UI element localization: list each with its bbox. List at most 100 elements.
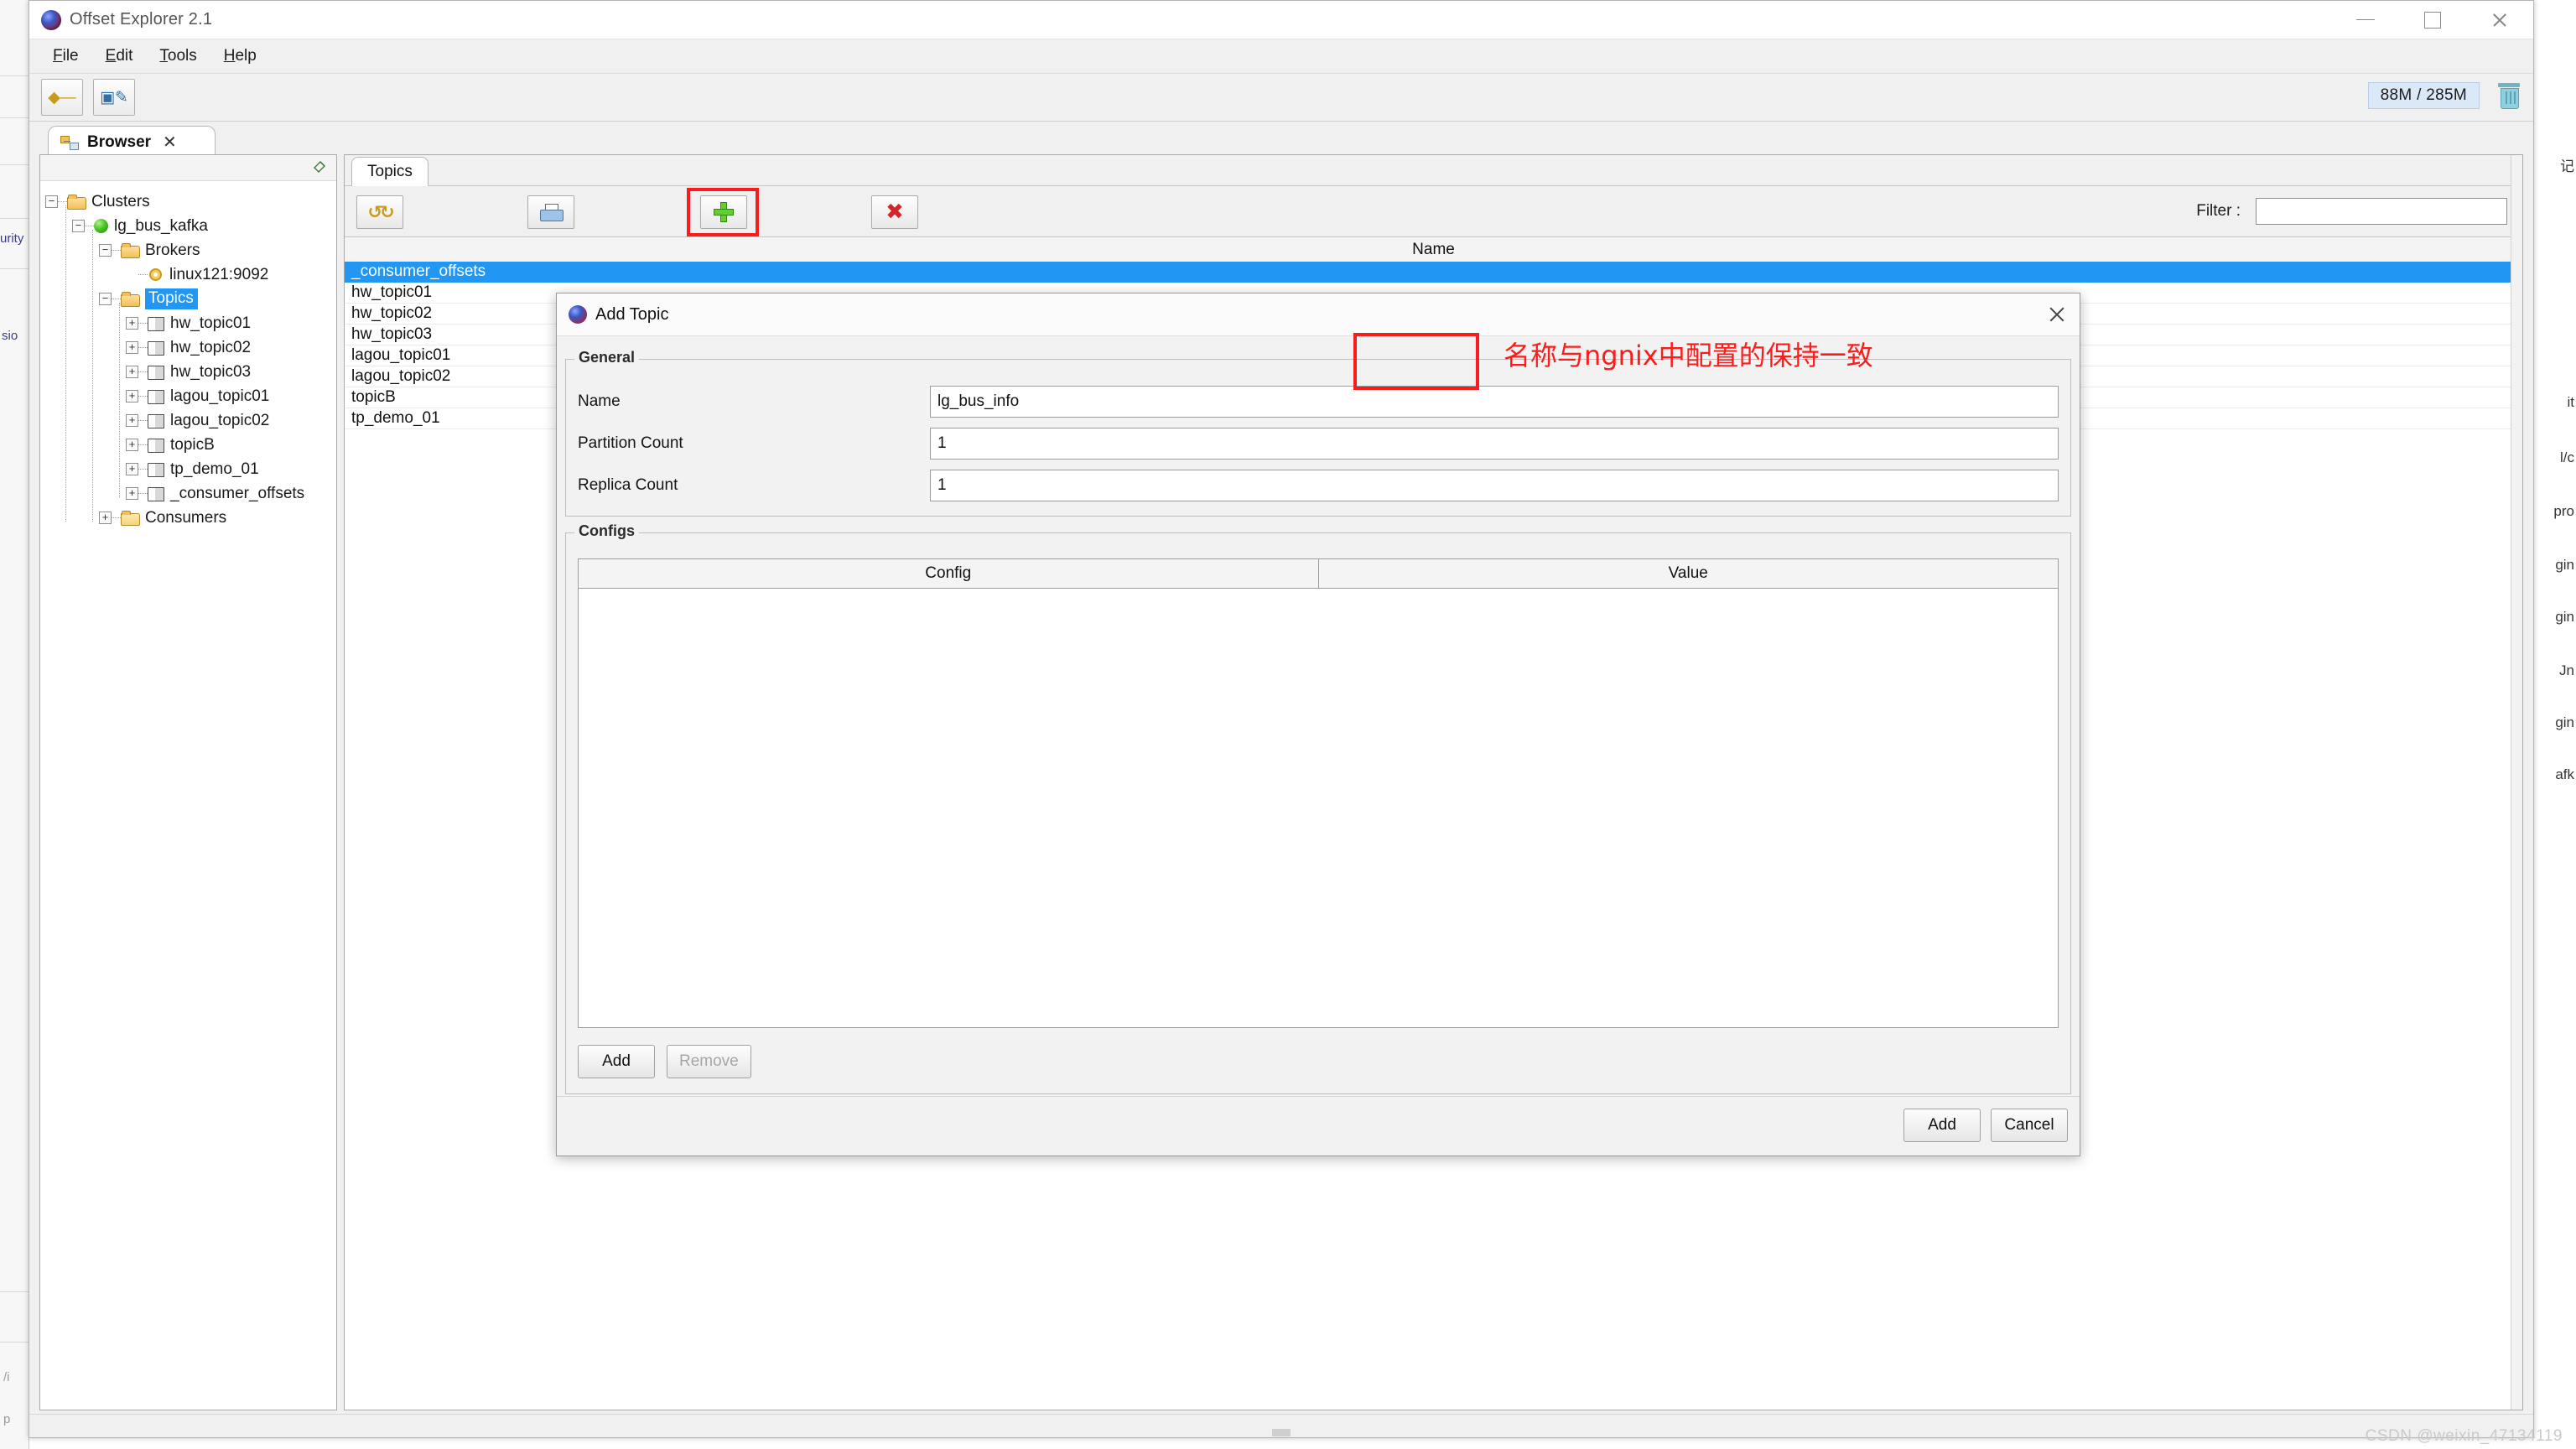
browser-tree-icon [60, 135, 79, 150]
editor-tab-strip: Browser ✕ [29, 122, 2533, 158]
tree-expander[interactable]: + [126, 414, 138, 427]
cluster-tree[interactable]: − Clusters − lg_bus_kafka − Brokers linux121:9… [40, 181, 336, 1410]
dialog-add-button[interactable]: Add [1903, 1109, 1981, 1142]
application-window: Offset Explorer 2.1 File Edit Tools Help… [29, 0, 2534, 1438]
configs-group: Configs Config Value Add Remove [565, 522, 2071, 1094]
menu-tools[interactable]: Tools [146, 44, 210, 69]
memory-indicator: 88M / 285M [2367, 82, 2520, 109]
status-bar [29, 1414, 2533, 1437]
delete-topic-button[interactable]: ✖ [871, 195, 918, 229]
tree-expander[interactable]: + [126, 366, 138, 378]
title-bar: Offset Explorer 2.1 [29, 1, 2533, 39]
tree-connector [138, 419, 148, 422]
tree-item-hw-topic03[interactable]: + hw_topic03 [40, 360, 336, 384]
add-cluster-button[interactable]: ◆— [41, 79, 83, 116]
tree-expander[interactable]: − [45, 195, 58, 208]
name-input[interactable]: lg_bus_info [930, 386, 2059, 418]
tree-item-label: Brokers [145, 241, 200, 259]
status-bar-grip [1272, 1429, 1291, 1436]
tab-browser[interactable]: Browser ✕ [48, 126, 216, 158]
tab-topics[interactable]: Topics [351, 157, 428, 186]
bg-fragment: gin [2555, 609, 2574, 625]
minimize-button[interactable] [2332, 1, 2399, 39]
tree-item-lg-bus-kafka[interactable]: − lg_bus_kafka [40, 214, 336, 238]
tree-item-brokers[interactable]: − Brokers [40, 238, 336, 262]
partition-count-input[interactable]: 1 [930, 428, 2059, 460]
edit-cluster-button[interactable]: ▣✎ [93, 79, 135, 116]
tree-expander[interactable]: − [99, 244, 112, 257]
folder-icon [121, 292, 140, 307]
menu-edit[interactable]: Edit [92, 44, 147, 69]
tree-item-lagou-topic02[interactable]: + lagou_topic02 [40, 408, 336, 433]
app-orb-icon [569, 305, 587, 324]
topics-grid-header: Name [345, 237, 2522, 263]
tree-item-label: Consumers [145, 508, 227, 527]
tree-connector [138, 468, 148, 470]
dialog-title-bar: Add Topic [557, 293, 2080, 336]
dialog-cancel-button[interactable]: Cancel [1991, 1109, 2068, 1142]
topic-name-cell: hw_topic03 [351, 325, 433, 343]
dialog-title: Add Topic [595, 304, 669, 324]
configs-table[interactable]: Config Value [578, 558, 2059, 1028]
tree-item-label: Clusters [91, 192, 150, 210]
tree-item-label: hw_topic02 [170, 338, 252, 356]
printer-icon [540, 204, 564, 221]
memory-usage-label: 88M / 285M [2367, 82, 2480, 109]
configs-button-row: Add Remove [578, 1045, 751, 1078]
tree-expander[interactable]: + [126, 439, 138, 451]
topics-tab-strip: Topics [345, 155, 2522, 186]
config-add-button[interactable]: Add [578, 1045, 655, 1078]
tree-item-consumers[interactable]: + Consumers [40, 506, 336, 530]
watermark: CSDN @weixin_47134119 [2365, 1427, 2563, 1445]
tree-item-hw-topic02[interactable]: + hw_topic02 [40, 335, 336, 360]
tree-expander[interactable]: − [99, 293, 112, 305]
trash-icon[interactable] [2498, 83, 2520, 109]
tree-item--consumer-offsets[interactable]: + _consumer_offsets [40, 481, 336, 506]
table-row[interactable]: _consumer_offsets [345, 262, 2522, 283]
tree-item-hw-topic01[interactable]: + hw_topic01 [40, 311, 336, 335]
close-button[interactable] [2466, 1, 2533, 39]
dialog-close-icon[interactable] [2046, 304, 2068, 325]
tree-item-lagou-topic01[interactable]: + lagou_topic01 [40, 384, 336, 408]
menu-file[interactable]: File [39, 44, 92, 69]
tree-item-linux121-9092[interactable]: linux121:9092 [40, 262, 336, 287]
menu-help[interactable]: Help [210, 44, 270, 69]
topic-name-cell: lagou_topic01 [351, 346, 451, 364]
tree-expander[interactable]: + [126, 463, 138, 475]
tree-expander[interactable]: + [126, 390, 138, 402]
replica-count-input[interactable]: 1 [930, 470, 2059, 501]
general-group: General Name lg_bus_info Partition Count… [565, 349, 2071, 517]
tree-expander[interactable]: + [99, 512, 112, 524]
tree-connector [112, 517, 121, 519]
tree-item-topicb[interactable]: + topicB [40, 433, 336, 457]
tree-connector [138, 346, 148, 349]
tree-connector [112, 298, 121, 300]
tree-item-clusters[interactable]: − Clusters [40, 190, 336, 214]
topics-vertical-scrollbar[interactable] [2511, 155, 2522, 1410]
tree-item-topics[interactable]: − Topics [40, 287, 336, 311]
pin-icon[interactable] [313, 160, 326, 174]
maximize-button[interactable] [2399, 1, 2466, 39]
add-topic-button[interactable] [700, 195, 747, 229]
tree-expander[interactable]: − [72, 220, 85, 232]
export-button[interactable] [527, 195, 574, 229]
tab-browser-close-icon[interactable]: ✕ [163, 132, 177, 153]
tree-pane-header [40, 155, 336, 181]
add-topic-dialog: Add Topic General Name lg_bus_info Parti… [556, 293, 2080, 1156]
bg-fragment: it [2567, 394, 2575, 410]
refresh-button[interactable]: ↺↻ [356, 195, 403, 229]
tree-item-label: tp_demo_01 [170, 460, 259, 478]
red-x-icon: ✖ [886, 200, 904, 225]
tree-edit-icon: ▣✎ [100, 88, 128, 106]
dialog-footer: Add Cancel [557, 1096, 2080, 1156]
tree-expander[interactable]: + [126, 341, 138, 354]
topic-name-cell: hw_topic01 [351, 283, 433, 301]
filter-input[interactable] [2256, 198, 2507, 225]
tree-item-tp-demo-01[interactable]: + tp_demo_01 [40, 457, 336, 481]
dialog-footer-buttons: Add Cancel [1903, 1109, 2068, 1142]
config-remove-button[interactable]: Remove [667, 1045, 751, 1078]
folder-icon [121, 243, 140, 258]
filter-label: Filter : [2196, 202, 2241, 220]
tree-expander[interactable]: + [126, 487, 138, 500]
tree-expander[interactable]: + [126, 317, 138, 330]
